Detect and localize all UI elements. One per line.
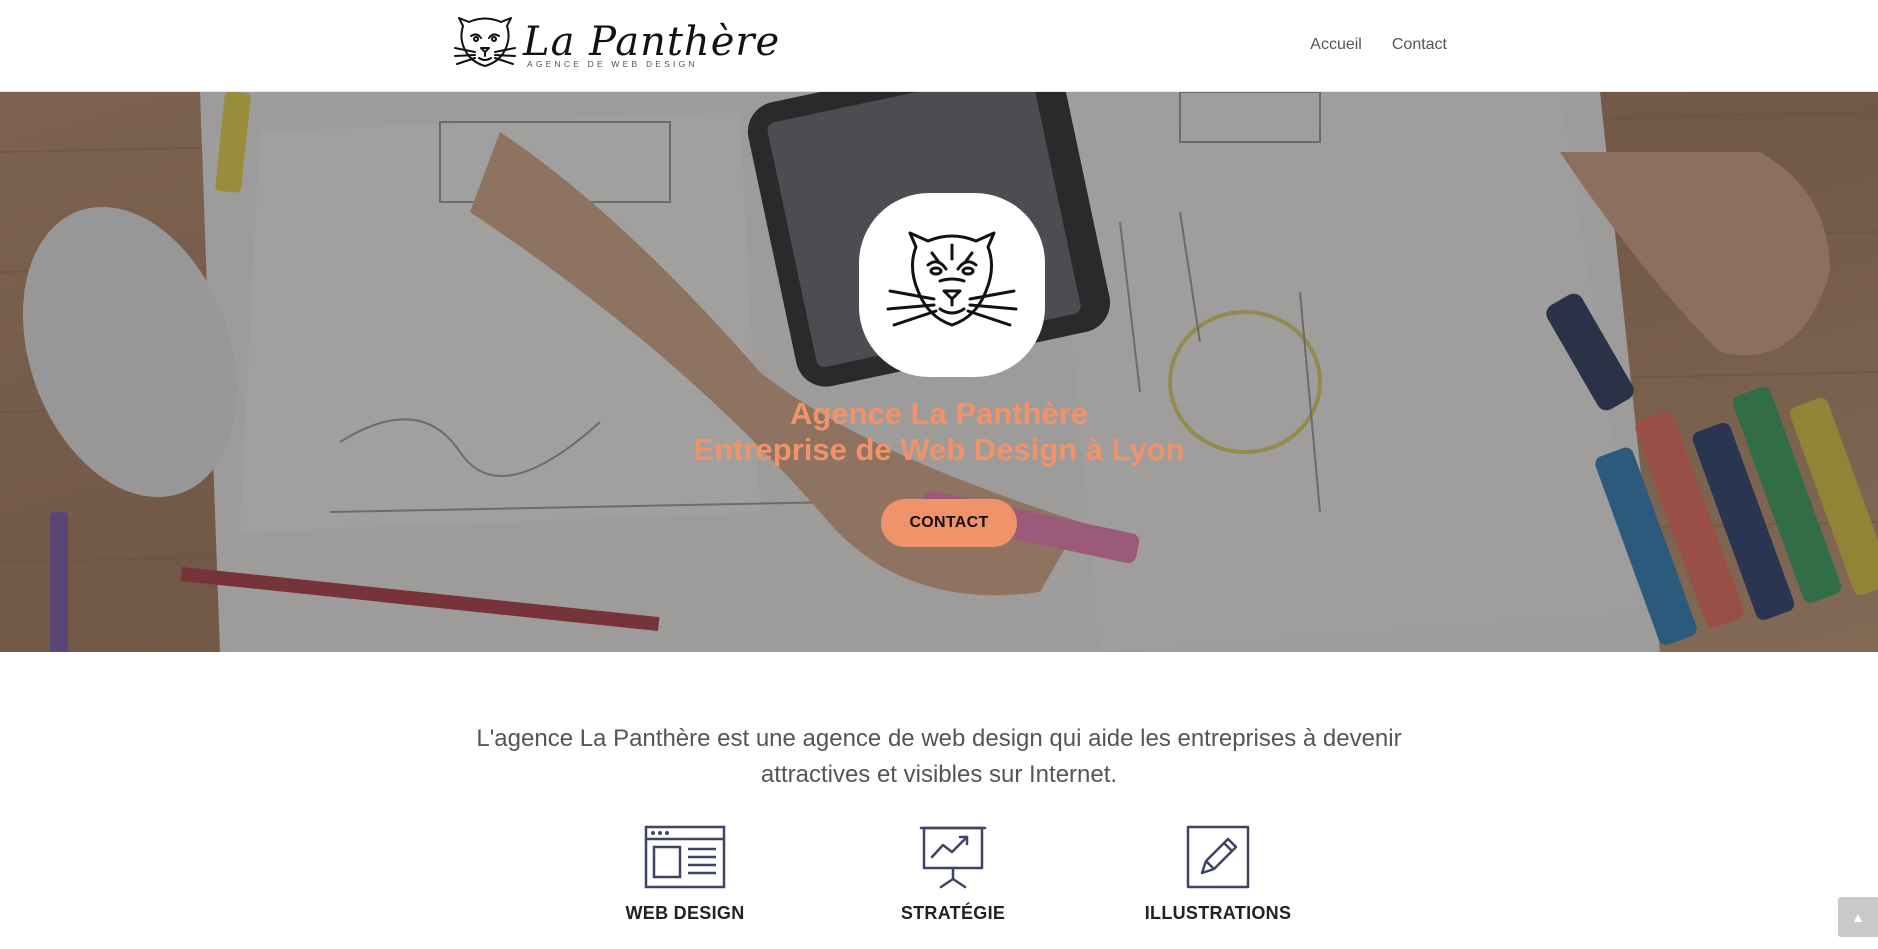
logo-tagline: AGENCE DE WEB DESIGN [527, 59, 698, 69]
main-nav: Accueil Contact [1310, 34, 1447, 56]
service-label: ILLUSTRATIONS [1144, 903, 1292, 923]
hero-emblem [859, 193, 1045, 377]
site-logo[interactable]: La Panthère AGENCE DE WEB DESIGN [453, 12, 780, 72]
hero-contact-button[interactable]: CONTACT [881, 499, 1017, 547]
service-web-design[interactable]: WEB DESIGN [585, 825, 785, 924]
presentation-chart-icon [919, 826, 987, 889]
service-label: STRATÉGIE [900, 903, 1006, 923]
intro-text: L'agence La Panthère est une agence de w… [476, 725, 1402, 788]
hero-title-line-2: Entreprise de Web Design à Lyon [693, 432, 1185, 467]
logo-text: La Panthère AGENCE DE WEB DESIGN [523, 19, 781, 69]
chevron-up-icon: ▲ [1851, 909, 1865, 925]
panther-head-icon [886, 231, 1018, 327]
nav-link-contact[interactable]: Contact [1392, 34, 1447, 56]
service-illustrations[interactable]: ILLUSTRATIONS [1118, 825, 1318, 924]
hero-section: Agence La Panthère Entreprise de Web Des… [0, 92, 1878, 652]
scroll-to-top-button[interactable]: ▲ [1838, 897, 1878, 937]
site-header: La Panthère AGENCE DE WEB DESIGN Accueil… [0, 0, 1878, 92]
browser-window-icon [644, 825, 726, 889]
logo-name: La Panthère [523, 19, 781, 65]
service-strategie[interactable]: STRATÉGIE [853, 825, 1053, 924]
hero-title-line-1: Agence La Panthère [789, 396, 1089, 431]
nav-link-accueil[interactable]: Accueil [1310, 34, 1362, 56]
hero-title: Agence La Panthère Entreprise de Web Des… [539, 396, 1339, 468]
pencil-square-icon [1186, 825, 1250, 889]
panther-head-icon [454, 17, 516, 67]
service-label: WEB DESIGN [625, 903, 745, 923]
